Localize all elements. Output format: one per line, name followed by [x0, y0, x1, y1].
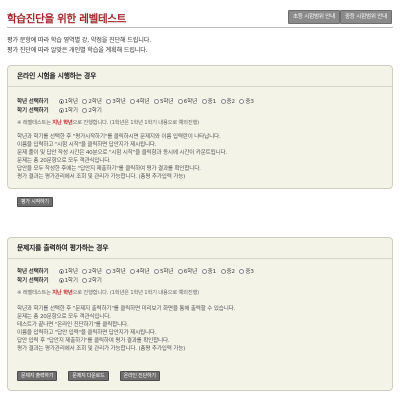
- online-grade-option[interactable]: 4학년: [130, 98, 150, 107]
- radio-icon[interactable]: [153, 99, 159, 104]
- print-level-note: ※ 레벨테스트는 지난 학년으로 진행합니다. (1학년은 1학년 1학기 내용…: [17, 290, 200, 296]
- title-divider: [7, 27, 393, 28]
- page-title: 학습진단을 위한 레벨테스트: [7, 13, 127, 25]
- print-grade-label: 학년 선택하기: [17, 269, 49, 275]
- radio-icon[interactable]: [130, 269, 136, 274]
- radio-icon[interactable]: [82, 269, 88, 274]
- online-grade-option[interactable]: 2학년: [82, 98, 102, 107]
- online-grade-option[interactable]: 중3: [239, 98, 254, 107]
- download-questions-button[interactable]: 문제지 다운로드: [68, 371, 109, 382]
- online-term-option[interactable]: 1학기: [58, 107, 78, 116]
- print-grade-option[interactable]: 5학년: [153, 268, 173, 277]
- print-term-option[interactable]: 1학기: [58, 277, 78, 286]
- instruction-line: 답안을 모두 작성한 후에는 "답안지 제출하기"를 클릭하여 평가 결과를 확…: [17, 165, 201, 172]
- intro-text: 평가 문항에 따라 학습 영역별 강, 약점을 진단해 드립니다. 평가 진단에…: [7, 36, 151, 56]
- print-grade-row: 학년 선택하기 1학년 2학년 3학년 4학년 5학년 6학년 중1 중2 중3: [17, 268, 392, 277]
- radio-icon[interactable]: [82, 99, 88, 104]
- online-test-panel: 온라인 시험을 시행하는 경우 학년 선택하기 1학년 2학년 3학년 4학년 …: [7, 65, 393, 208]
- radio-icon[interactable]: [58, 99, 64, 104]
- instruction-line: 학년과 학기를 선택한 후 "문제지 출력하기"를 클릭하면 미리보기 화면을 …: [17, 306, 236, 312]
- online-grade-option[interactable]: 중1: [201, 98, 216, 107]
- instruction-line: 답안 입력 후 "답안지 제출하기"를 클릭하여 평가 결과를 확인합니다.: [17, 337, 170, 344]
- radio-icon[interactable]: [201, 269, 207, 274]
- print-grade-option[interactable]: 중2: [220, 268, 235, 277]
- radio-icon[interactable]: [239, 269, 245, 274]
- online-term-option[interactable]: 2학기: [82, 107, 102, 116]
- radio-icon[interactable]: [58, 269, 64, 274]
- online-level-note: ※ 레벨테스트는 지난 학년으로 진행합니다. (1학년은 1학년 1학기 내용…: [17, 120, 200, 126]
- middle-range-button[interactable]: 중등 시험범위 안내: [340, 10, 392, 24]
- online-grade-option[interactable]: 1학년: [58, 98, 78, 107]
- radio-icon[interactable]: [239, 99, 245, 104]
- radio-icon[interactable]: [58, 108, 64, 113]
- instruction-line: 평가 결과는 평가관리에서 조회 및 관리가 가능합니다. (총평 추가입력 가…: [17, 345, 186, 352]
- online-panel-title: 온라인 시험을 시행하는 경우: [8, 66, 392, 87]
- online-grade-row: 학년 선택하기 1학년 2학년 3학년 4학년 5학년 6학년 중1 중2 중3: [17, 98, 392, 107]
- radio-icon[interactable]: [177, 269, 183, 274]
- print-term-label: 학기 선택하기: [17, 278, 49, 284]
- intro-line-1: 평가 문항에 따라 학습 영역별 강, 약점을 진단해 드립니다.: [7, 37, 151, 44]
- radio-icon[interactable]: [201, 99, 207, 104]
- radio-icon[interactable]: [177, 99, 183, 104]
- online-diagnosis-button[interactable]: 온라인 진단하기: [119, 371, 160, 382]
- start-test-button[interactable]: 평가 시작하기: [17, 197, 53, 208]
- print-panel-title: 문제지를 출력하여 평가하는 경우: [8, 238, 392, 259]
- print-grade-option[interactable]: 4학년: [130, 268, 150, 277]
- online-term-row: 학기 선택하기 1학기 2학기: [17, 107, 392, 116]
- radio-icon[interactable]: [58, 278, 64, 283]
- instruction-line: 평가 결과는 평가관리에서 조회 및 관리가 가능합니다. (총평 추가입력 가…: [17, 173, 186, 180]
- radio-icon[interactable]: [106, 269, 112, 274]
- print-instructions: 학년과 학기를 선택한 후 "문제지 출력하기"를 클릭하면 미리보기 화면을 …: [17, 306, 392, 353]
- print-grade-option[interactable]: 중3: [239, 268, 254, 277]
- elementary-range-button[interactable]: 초등 시험범위 안내: [288, 10, 340, 24]
- print-test-panel: 문제지를 출력하여 평가하는 경우 학년 선택하기 1학년 2학년 3학년 4학…: [7, 237, 393, 391]
- online-grade-option[interactable]: 중2: [220, 98, 235, 107]
- print-term-row: 학기 선택하기 1학기 2학기: [17, 277, 392, 286]
- instruction-line: 테스트가 끝나면 "온라인 진단하기"를 클릭합니다.: [17, 321, 129, 328]
- print-questions-button[interactable]: 문제지 출력하기: [17, 371, 58, 382]
- print-grade-option[interactable]: 2학년: [82, 268, 102, 277]
- instruction-line: 문제는 총 20문항으로 모두 객관식입니다.: [17, 157, 111, 164]
- print-grade-option[interactable]: 6학년: [177, 268, 197, 277]
- radio-icon[interactable]: [106, 99, 112, 104]
- print-grade-option[interactable]: 3학년: [106, 268, 126, 277]
- instruction-line: 이름을 입력하고 "답안 입력"을 클릭하면 답안지가 제시됩니다.: [17, 329, 157, 336]
- print-grade-option[interactable]: 중1: [201, 268, 216, 277]
- instruction-line: 문제 풀이 및 답안 작성 시간은 40분으로 "시험 시작"을 클릭함과 동시…: [17, 149, 228, 156]
- online-instructions: 학년과 학기를 선택한 후 "평가시작하기"를 클릭하시면 문제지와 이름 입력…: [17, 134, 392, 181]
- instruction-line: 문제는 총 20문항으로 모두 객관식입니다.: [17, 313, 111, 320]
- radio-icon[interactable]: [153, 269, 159, 274]
- online-grade-option[interactable]: 5학년: [153, 98, 173, 107]
- online-grade-label: 학년 선택하기: [17, 99, 49, 105]
- instruction-line: 학년과 학기를 선택한 후 "평가시작하기"를 클릭하시면 문제지와 이름 입력…: [17, 134, 221, 140]
- print-term-option[interactable]: 2학기: [82, 277, 102, 286]
- radio-icon[interactable]: [220, 269, 226, 274]
- radio-icon[interactable]: [82, 108, 88, 113]
- online-grade-option[interactable]: 6학년: [177, 98, 197, 107]
- instruction-line: 이름을 입력하고 "시험 시작"을 클릭하면 답안지가 제시됩니다.: [17, 141, 157, 148]
- print-grade-option[interactable]: 1학년: [58, 268, 78, 277]
- radio-icon[interactable]: [82, 278, 88, 283]
- radio-icon[interactable]: [220, 99, 226, 104]
- online-term-label: 학기 선택하기: [17, 108, 49, 114]
- intro-line-2: 평가 진단에 따라 알맞은 개인별 학습을 계획해 드립니다.: [7, 47, 148, 54]
- radio-icon[interactable]: [130, 99, 136, 104]
- online-grade-option[interactable]: 3학년: [106, 98, 126, 107]
